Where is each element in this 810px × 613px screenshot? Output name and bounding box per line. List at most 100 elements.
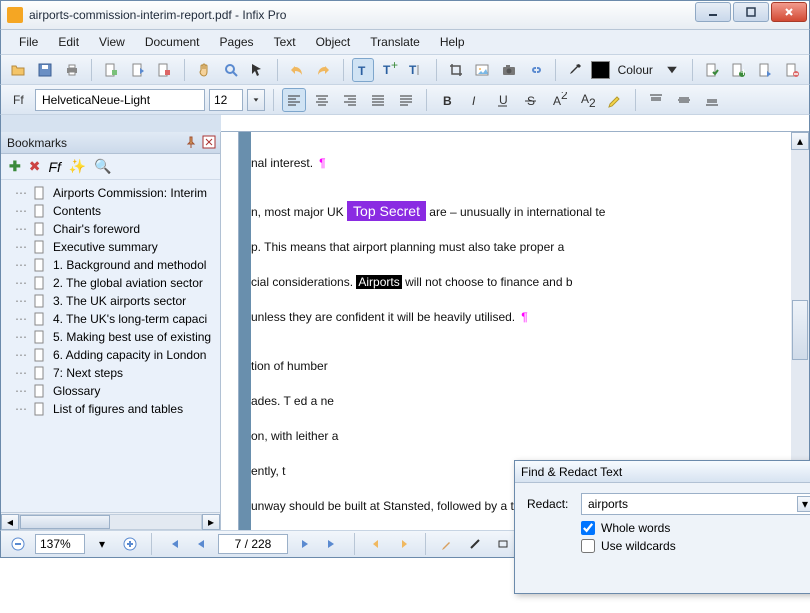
maximize-button[interactable] <box>733 2 769 22</box>
menu-pages[interactable]: Pages <box>212 32 262 52</box>
align-left-icon[interactable] <box>282 88 306 112</box>
print-icon[interactable] <box>60 58 83 82</box>
prev-page-icon[interactable] <box>190 533 212 555</box>
underline-icon[interactable]: U <box>491 88 515 112</box>
colour-swatch[interactable] <box>591 61 610 79</box>
scroll-left-icon[interactable]: ◂ <box>1 514 19 530</box>
next-page-icon[interactable] <box>294 533 316 555</box>
bookmark-binoculars-icon[interactable]: 🔍 <box>94 158 111 175</box>
zoom-dropdown-icon[interactable]: ▾ <box>91 533 113 555</box>
bookmark-item[interactable]: ⋯3. The UK airports sector <box>1 292 220 310</box>
chevron-down-icon[interactable]: ▾ <box>797 496 810 512</box>
bookmark-item[interactable]: ⋯Glossary <box>1 382 220 400</box>
menu-edit[interactable]: Edit <box>50 32 87 52</box>
superscript-icon[interactable]: A2 <box>547 88 571 112</box>
page-new-icon[interactable] <box>100 58 123 82</box>
menu-document[interactable]: Document <box>137 32 208 52</box>
font-family-select[interactable]: HelveticaNeue-Light <box>35 89 205 111</box>
camera-icon[interactable] <box>498 58 521 82</box>
bookmark-item[interactable]: ⋯5. Making best use of existing <box>1 328 220 346</box>
bookmark-delete-icon[interactable]: ✖ <box>29 158 41 175</box>
valign-bottom-icon[interactable] <box>700 88 724 112</box>
text-tool-icon[interactable]: T <box>352 58 375 82</box>
redact-input[interactable]: airports ▾ <box>581 493 810 515</box>
edit-tool-icon[interactable] <box>436 533 458 555</box>
last-page-icon[interactable] <box>322 533 344 555</box>
eyedropper-icon[interactable] <box>564 58 587 82</box>
nav-back-icon[interactable] <box>365 533 387 555</box>
menu-translate[interactable]: Translate <box>362 32 428 52</box>
font-size-input[interactable] <box>209 89 243 111</box>
bookmark-scrollbar[interactable] <box>19 514 202 530</box>
align-justify-icon[interactable] <box>366 88 390 112</box>
italic-icon[interactable]: I <box>463 88 487 112</box>
menu-text[interactable]: Text <box>266 32 304 52</box>
menu-object[interactable]: Object <box>308 32 359 52</box>
hand-tool-icon[interactable] <box>193 58 216 82</box>
nav-forward-icon[interactable] <box>393 533 415 555</box>
font-picker-icon[interactable]: Ff <box>7 88 31 112</box>
bookmark-wand-icon[interactable]: ✨ <box>69 158 86 175</box>
dropdown-icon[interactable] <box>661 58 684 82</box>
link-icon[interactable] <box>524 58 547 82</box>
whole-words-checkbox[interactable]: Whole words <box>581 521 810 535</box>
highlight-icon[interactable] <box>603 88 627 112</box>
bookmark-item[interactable]: ⋯Chair's foreword <box>1 220 220 238</box>
align-full-icon[interactable] <box>394 88 418 112</box>
bookmark-item[interactable]: ⋯Contents <box>1 202 220 220</box>
use-wildcards-checkbox[interactable]: Use wildcards <box>581 539 810 553</box>
redo-icon[interactable] <box>312 58 335 82</box>
bookmark-item[interactable]: ⋯Airports Commission: Interim <box>1 184 220 202</box>
scroll-up-icon[interactable]: ▴ <box>791 132 809 150</box>
rect-tool-icon[interactable] <box>492 533 514 555</box>
bold-icon[interactable]: B <box>435 88 459 112</box>
bookmark-item[interactable]: ⋯7: Next steps <box>1 364 220 382</box>
doc-arrow-icon[interactable] <box>754 58 777 82</box>
bookmark-font-icon[interactable]: Ff <box>48 159 60 175</box>
horizontal-ruler[interactable] <box>221 115 809 132</box>
image-icon[interactable] <box>471 58 494 82</box>
zoom-out-icon[interactable] <box>7 533 29 555</box>
bookmark-add-icon[interactable]: ✚ <box>9 158 21 175</box>
crop-icon[interactable] <box>445 58 468 82</box>
scroll-right-icon[interactable]: ▸ <box>202 514 220 530</box>
vertical-ruler[interactable] <box>221 132 239 530</box>
panel-close-icon[interactable] <box>202 135 216 149</box>
line-tool-icon[interactable] <box>464 533 486 555</box>
doc-check-icon[interactable] <box>701 58 724 82</box>
minimize-button[interactable] <box>695 2 731 22</box>
undo-icon[interactable] <box>285 58 308 82</box>
bookmark-item[interactable]: ⋯6. Adding capacity in London <box>1 346 220 364</box>
align-right-icon[interactable] <box>338 88 362 112</box>
open-icon[interactable] <box>7 58 30 82</box>
subscript-icon[interactable]: A2 <box>575 88 599 112</box>
save-icon[interactable] <box>34 58 57 82</box>
bookmark-item[interactable]: ⋯1. Background and methodol <box>1 256 220 274</box>
zoom-input[interactable]: 137% <box>35 534 85 554</box>
bookmark-item[interactable]: ⋯List of figures and tables <box>1 400 220 418</box>
bookmark-item[interactable]: ⋯Executive summary <box>1 238 220 256</box>
bookmark-item[interactable]: ⋯2. The global aviation sector <box>1 274 220 292</box>
page-input[interactable]: 7 / 228 <box>218 534 288 554</box>
page-delete-icon[interactable] <box>153 58 176 82</box>
text-measure-icon[interactable]: T <box>405 58 428 82</box>
doc-add-icon[interactable]: + <box>727 58 750 82</box>
strikethrough-icon[interactable]: S <box>519 88 543 112</box>
doc-remove-icon[interactable] <box>780 58 803 82</box>
align-center-icon[interactable] <box>310 88 334 112</box>
zoom-in-icon[interactable] <box>119 533 141 555</box>
page-export-icon[interactable] <box>126 58 149 82</box>
valign-middle-icon[interactable] <box>672 88 696 112</box>
close-button[interactable] <box>771 2 807 22</box>
pointer-tool-icon[interactable] <box>246 58 269 82</box>
document-scrollbar[interactable] <box>791 150 809 512</box>
bookmark-item[interactable]: ⋯4. The UK's long-term capaci <box>1 310 220 328</box>
first-page-icon[interactable] <box>162 533 184 555</box>
zoom-tool-icon[interactable] <box>219 58 242 82</box>
text-plus-tool-icon[interactable]: T+ <box>378 58 401 82</box>
menu-view[interactable]: View <box>91 32 133 52</box>
menu-file[interactable]: File <box>11 32 46 52</box>
font-size-dropdown[interactable] <box>247 89 265 111</box>
valign-top-icon[interactable] <box>644 88 668 112</box>
pin-icon[interactable] <box>184 135 198 149</box>
